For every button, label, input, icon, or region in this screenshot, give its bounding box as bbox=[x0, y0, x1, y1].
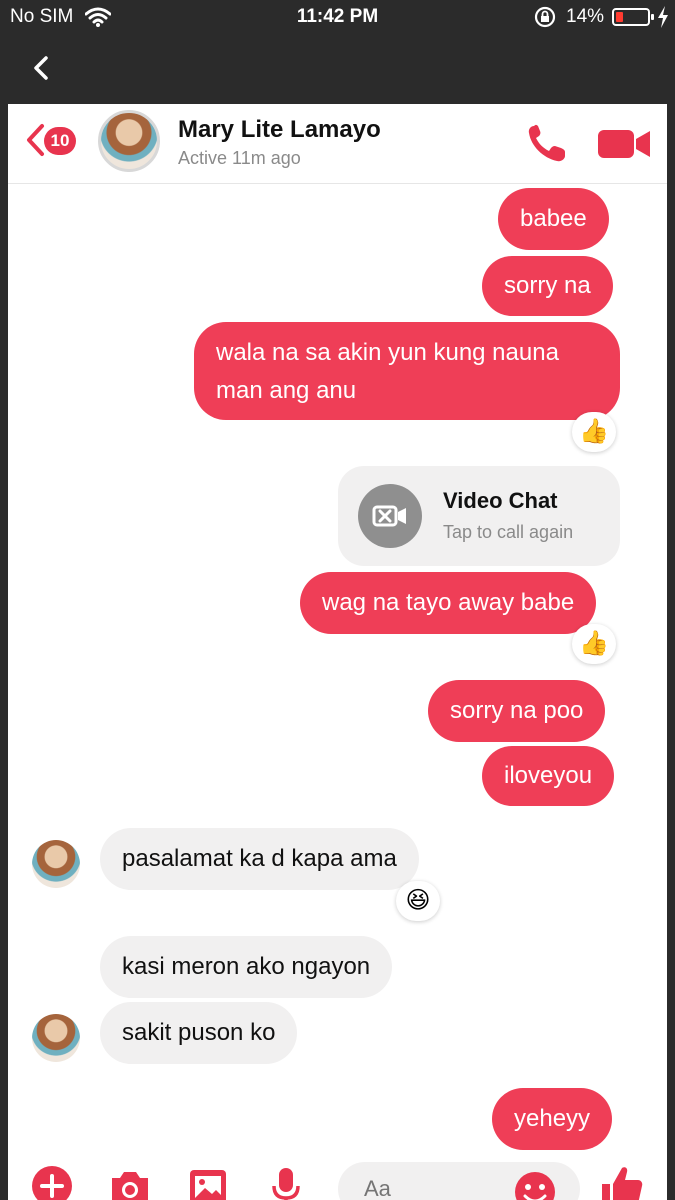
outgoing-message[interactable]: sorry na bbox=[482, 256, 613, 316]
outgoing-message[interactable]: wala na sa akin yun kung nauna man ang a… bbox=[194, 322, 620, 420]
image-icon[interactable] bbox=[186, 1164, 230, 1200]
plus-icon[interactable] bbox=[30, 1164, 74, 1200]
active-status: Active 11m ago bbox=[178, 148, 301, 168]
messenger-screen: 10 Mary Lite Lamayo Active 11m ago babee… bbox=[8, 104, 667, 1200]
status-bar: No SIM 11:42 PM 14% bbox=[0, 0, 675, 34]
rotation-lock-icon bbox=[534, 6, 556, 28]
composer-bar bbox=[8, 1150, 667, 1200]
back-chevron-icon[interactable] bbox=[28, 52, 54, 84]
outgoing-message[interactable]: sorry na poo bbox=[428, 680, 606, 742]
outgoing-message[interactable]: yeheyy bbox=[492, 1088, 613, 1150]
incoming-message[interactable]: pasalamat ka d kapa ama bbox=[100, 828, 419, 890]
video-camera-off-icon bbox=[358, 484, 422, 548]
reaction-thumbs-up[interactable]: 👍 bbox=[572, 412, 616, 452]
back-chevron-icon[interactable] bbox=[24, 122, 46, 158]
outgoing-message[interactable]: wag na tayo away babe bbox=[300, 572, 597, 634]
reaction-thumbs-up[interactable]: 👍 bbox=[572, 624, 616, 664]
reaction-laugh[interactable]: 😆 bbox=[396, 881, 440, 921]
incoming-message[interactable]: kasi meron ako ngayon bbox=[100, 936, 393, 998]
incoming-message[interactable]: sakit puson ko bbox=[100, 1002, 298, 1064]
camera-icon[interactable] bbox=[108, 1164, 152, 1200]
unread-badge[interactable]: 10 bbox=[44, 127, 76, 155]
thumbs-up-icon[interactable] bbox=[598, 1162, 646, 1200]
video-chat-subtitle: Tap to call again bbox=[443, 522, 574, 542]
avatar[interactable] bbox=[32, 1014, 80, 1062]
contact-name[interactable]: Mary Lite Lamayo bbox=[178, 116, 381, 144]
phone-icon[interactable] bbox=[523, 120, 571, 168]
chat-header: 10 Mary Lite Lamayo Active 11m ago bbox=[8, 104, 667, 184]
charging-icon bbox=[658, 6, 668, 28]
avatar[interactable] bbox=[98, 110, 160, 172]
emoji-icon[interactable] bbox=[513, 1170, 557, 1200]
video-camera-icon[interactable] bbox=[596, 124, 652, 164]
battery-percent: 14% bbox=[566, 6, 605, 27]
battery-icon bbox=[612, 8, 654, 26]
video-chat-title: Video Chat bbox=[443, 488, 558, 513]
outgoing-message[interactable]: iloveyou bbox=[482, 746, 615, 806]
video-chat-card[interactable]: Video Chat Tap to call again bbox=[338, 466, 620, 566]
avatar[interactable] bbox=[32, 840, 80, 888]
microphone-icon[interactable] bbox=[264, 1164, 308, 1200]
outgoing-message[interactable]: babee bbox=[498, 188, 609, 250]
